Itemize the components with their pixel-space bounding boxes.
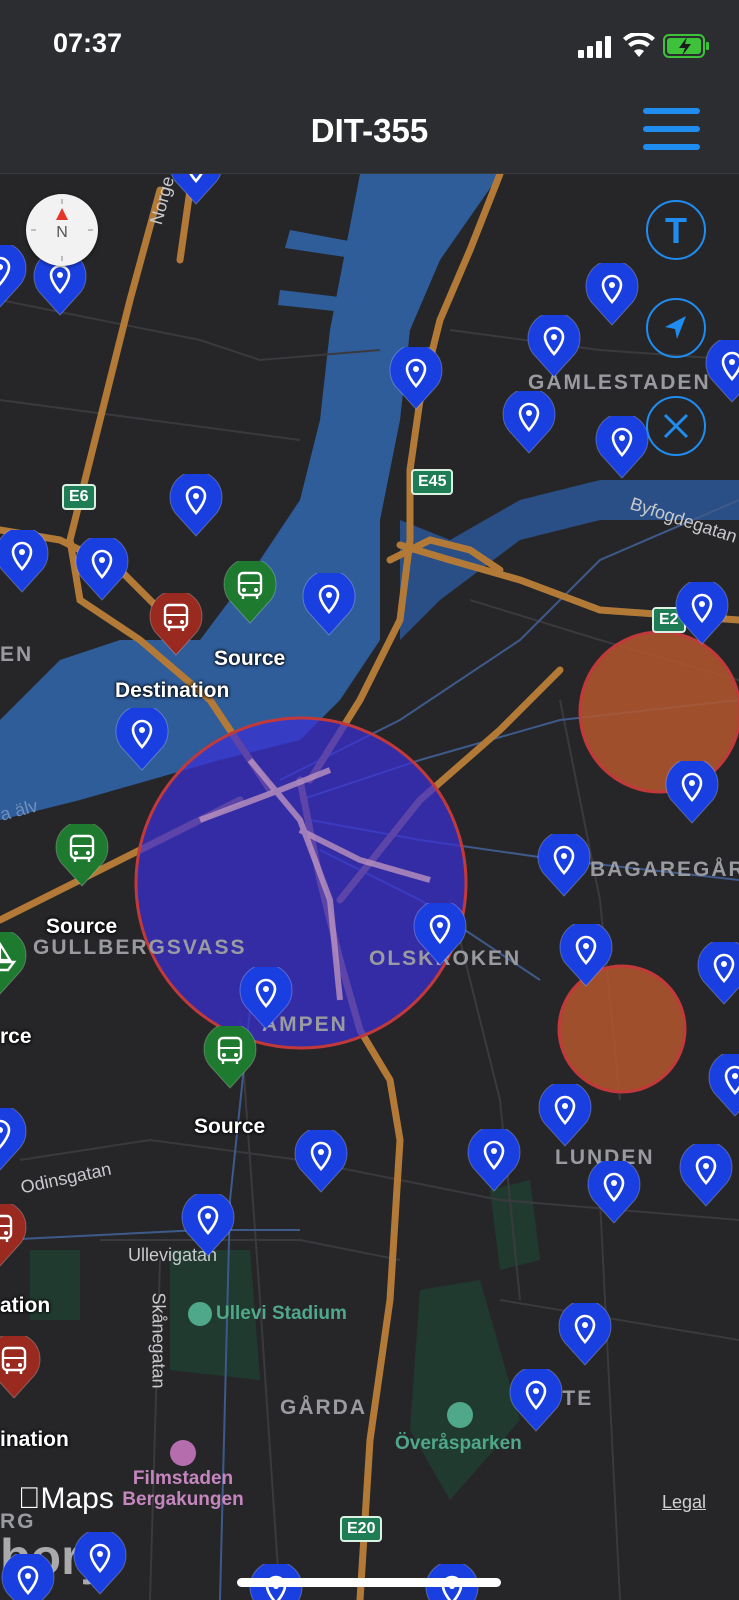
compass-north-label: N bbox=[56, 224, 68, 241]
bus-station-icon[interactable] bbox=[202, 1022, 258, 1090]
map-pin-icon[interactable] bbox=[526, 311, 582, 379]
map-pin-icon[interactable] bbox=[696, 938, 739, 1006]
map-label-district: GULLBERGSVASS bbox=[33, 936, 247, 959]
overasparken-label: Överåsparken bbox=[395, 1433, 522, 1454]
hamburger-menu-icon[interactable] bbox=[643, 108, 700, 150]
map-pin-icon[interactable] bbox=[180, 1190, 236, 1258]
map-pin-icon[interactable] bbox=[664, 757, 720, 825]
source-label: Source bbox=[214, 647, 286, 670]
map-pin-icon[interactable] bbox=[168, 470, 224, 538]
source-label: rce bbox=[0, 1025, 32, 1048]
close-icon bbox=[663, 413, 689, 439]
clear-selection-button[interactable] bbox=[646, 396, 706, 456]
bus-station-icon[interactable] bbox=[148, 589, 204, 657]
apple-maps-logo: Maps bbox=[18, 1482, 114, 1516]
map-pin-icon[interactable] bbox=[557, 1299, 613, 1367]
bus-station-icon[interactable] bbox=[0, 1332, 42, 1400]
map-pin-icon[interactable] bbox=[301, 569, 357, 637]
filmstaden-label: Filmstaden Bergakungen bbox=[122, 1468, 244, 1510]
map-pin-icon[interactable] bbox=[0, 526, 50, 594]
ullevi-stadium-label: Ullevi Stadium bbox=[188, 1302, 347, 1326]
home-indicator bbox=[237, 1578, 501, 1587]
bus-station-icon[interactable] bbox=[222, 557, 278, 625]
map-label-street: Skånegatan bbox=[148, 1292, 169, 1389]
locate-me-button[interactable] bbox=[646, 298, 706, 358]
bus-station-icon[interactable] bbox=[0, 1200, 28, 1268]
map-pin-icon[interactable] bbox=[466, 1125, 522, 1193]
wifi-icon bbox=[623, 33, 655, 57]
transport-filter-button[interactable]: T bbox=[646, 200, 706, 260]
legal-link[interactable]: Legal bbox=[662, 1492, 706, 1513]
map-pin-icon[interactable] bbox=[558, 920, 614, 988]
nav-bar: DIT-355 bbox=[0, 90, 739, 174]
destination-label: ination bbox=[0, 1428, 69, 1451]
map-pin-icon[interactable] bbox=[72, 1528, 128, 1596]
map-pin-icon[interactable] bbox=[501, 387, 557, 455]
location-arrow-icon bbox=[665, 316, 686, 339]
map-pin-icon[interactable] bbox=[293, 1126, 349, 1194]
cinema-icon bbox=[170, 1440, 196, 1466]
map-pin-icon[interactable] bbox=[114, 704, 170, 772]
source-label: Source bbox=[194, 1115, 266, 1138]
maps-logo-text: Maps bbox=[18, 1482, 114, 1515]
source-label: Source bbox=[46, 915, 118, 938]
apple-logo-icon:  bbox=[18, 1482, 41, 1515]
road-shield: E6 bbox=[62, 484, 96, 510]
page-title: DIT-355 bbox=[310, 112, 429, 149]
map-pin-icon[interactable] bbox=[238, 963, 294, 1031]
battery-icon bbox=[663, 34, 709, 58]
map-pin-icon[interactable] bbox=[584, 259, 640, 327]
map-pin-icon[interactable] bbox=[508, 1365, 564, 1433]
destination-label: Destination bbox=[115, 679, 230, 702]
ullevi-label-text: Ullevi Stadium bbox=[216, 1303, 347, 1325]
map-pin-icon[interactable] bbox=[0, 241, 28, 309]
ferry-station-icon[interactable] bbox=[0, 928, 28, 996]
transport-letter: T bbox=[665, 210, 687, 251]
signal-icon bbox=[578, 36, 611, 58]
park-icon bbox=[447, 1402, 473, 1428]
map-pin-icon[interactable] bbox=[586, 1157, 642, 1225]
map-pin-icon[interactable] bbox=[536, 830, 592, 898]
bus-station-icon[interactable] bbox=[54, 820, 110, 888]
map-pin-icon[interactable] bbox=[678, 1140, 734, 1208]
stadium-icon bbox=[188, 1302, 212, 1326]
map-pin-icon[interactable] bbox=[74, 534, 130, 602]
map-label-district: BAGAREGÅR bbox=[590, 858, 739, 881]
map-pin-icon[interactable] bbox=[707, 1050, 739, 1118]
map-label-district: EN bbox=[0, 643, 34, 666]
map-pin-icon[interactable] bbox=[0, 1550, 56, 1600]
status-time: 07:37 bbox=[53, 28, 123, 58]
map-pin-icon[interactable] bbox=[388, 343, 444, 411]
map-label-district: GÅRDA bbox=[280, 1396, 367, 1419]
road-shield: E45 bbox=[411, 469, 454, 495]
selection-radius-circle bbox=[134, 716, 468, 1050]
road-shield: E20 bbox=[340, 1516, 383, 1542]
destination-label: ation bbox=[0, 1294, 51, 1317]
map-pin-icon[interactable] bbox=[704, 336, 739, 404]
status-bar: 07:37 bbox=[0, 0, 739, 90]
map-pin-icon[interactable] bbox=[594, 412, 650, 480]
map-pin-icon[interactable] bbox=[412, 899, 468, 967]
map-pin-icon[interactable] bbox=[537, 1080, 593, 1148]
map-pin-icon[interactable] bbox=[0, 1104, 28, 1172]
compass-icon[interactable]: N bbox=[26, 194, 98, 266]
map-pin-icon[interactable] bbox=[674, 578, 730, 646]
